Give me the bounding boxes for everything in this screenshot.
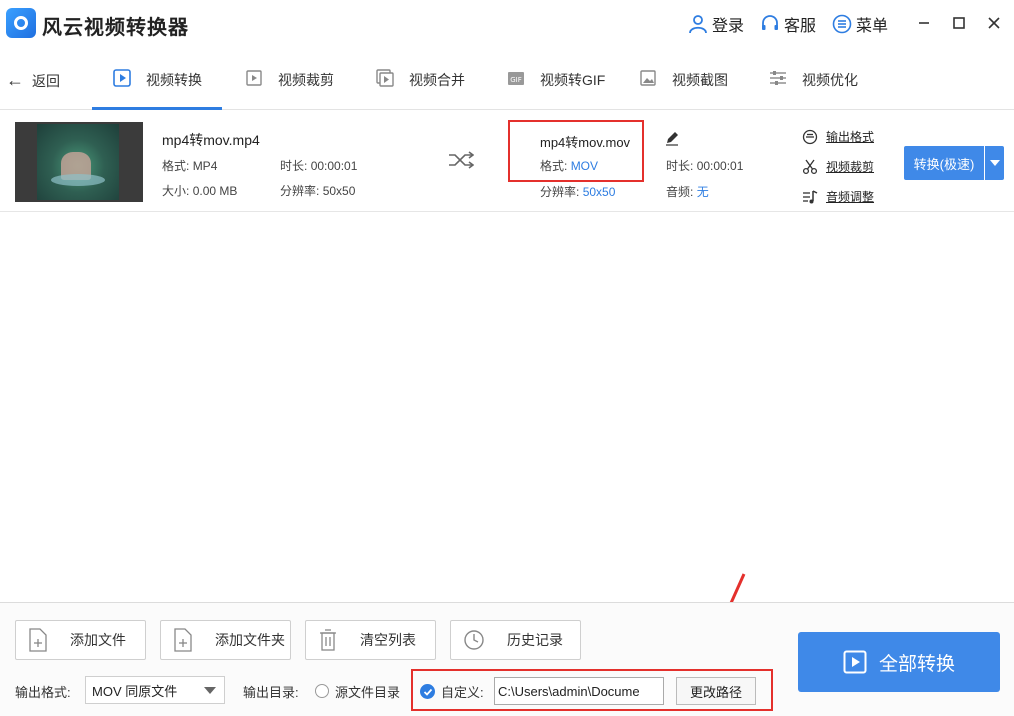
tab-video-gif[interactable]: GIF 视频转GIF: [506, 66, 605, 110]
source-size: 大小: 0.00 MB: [162, 184, 238, 198]
add-folder-icon: [174, 628, 192, 652]
tab-video-optimize[interactable]: 视频优化: [768, 66, 858, 110]
source-duration: 时长: 00:00:01: [280, 159, 358, 173]
menu-icon: [832, 14, 852, 34]
user-icon: [689, 15, 707, 34]
tab-label: 视频截图: [672, 72, 728, 88]
play-icon: [843, 650, 867, 674]
clock-icon: [464, 630, 484, 650]
app-title: 风云视频转换器: [42, 17, 189, 39]
output-duration: 时长: 00:00:01: [666, 159, 744, 173]
minimize-icon: [919, 22, 929, 24]
clear-list-button[interactable]: 清空列表: [305, 620, 436, 660]
tab-video-convert[interactable]: 视频转换: [92, 66, 222, 110]
custom-dir-checkbox[interactable]: [420, 684, 435, 699]
change-path-button[interactable]: 更改路径: [676, 677, 756, 705]
tab-label: 视频裁剪: [278, 72, 334, 88]
output-resolution[interactable]: 分辨率: 50x50: [540, 183, 615, 200]
convert-all-button[interactable]: 全部转换: [798, 632, 1000, 692]
chevron-down-icon: [204, 687, 216, 694]
video-crop-link[interactable]: 视频裁剪: [802, 158, 874, 175]
bottom-panel: 添加文件 添加文件夹 清空列表 历史记录 输出格式: MOV 同原文件 输出目录…: [0, 602, 1014, 716]
trash-icon: [320, 629, 336, 651]
service-button[interactable]: 客服: [760, 12, 816, 36]
menu-button[interactable]: 菜单: [832, 12, 888, 36]
output-format-link[interactable]: 输出格式: [802, 128, 874, 145]
tab-video-screenshot[interactable]: 视频截图: [638, 66, 728, 110]
back-label: 返回: [32, 72, 60, 89]
back-button[interactable]: ← 返回: [6, 70, 60, 91]
output-format-select[interactable]: MOV 同原文件: [85, 676, 225, 704]
video-thumbnail: [15, 122, 143, 202]
output-audio[interactable]: 音频: 无: [666, 183, 709, 200]
scissors-icon: [802, 159, 818, 174]
tab-label: 视频转GIF: [540, 72, 606, 88]
video-convert-icon: [113, 69, 131, 87]
app-logo-icon: [6, 8, 36, 38]
svg-text:GIF: GIF: [510, 76, 522, 84]
output-format[interactable]: 格式: MOV: [540, 157, 598, 174]
minimize-button[interactable]: [913, 12, 935, 34]
menu-label: 菜单: [856, 18, 889, 35]
arrow-left-icon: ←: [6, 70, 24, 90]
source-format: 格式: MP4: [162, 159, 218, 173]
screenshot-icon: [640, 70, 656, 86]
tab-label: 视频转换: [146, 72, 202, 88]
login-label: 登录: [712, 18, 745, 35]
video-crop-icon: [246, 70, 262, 86]
add-file-button[interactable]: 添加文件: [15, 620, 146, 660]
output-dir-label: 输出目录:: [243, 685, 299, 700]
video-merge-icon: [376, 69, 394, 87]
tab-label: 视频合并: [409, 72, 465, 88]
close-button[interactable]: [983, 12, 1005, 34]
check-icon: [423, 688, 432, 696]
convert-dropdown-button[interactable]: [985, 146, 1004, 180]
custom-dir-label: 自定义:: [441, 685, 484, 700]
music-icon: [803, 189, 818, 203]
file-list-item[interactable]: mp4转mov.mp4 格式: MP4 时长: 00:00:01 大小: 0.0…: [0, 112, 1014, 212]
title-bar: 风云视频转换器 登录 客服 菜单: [0, 0, 1014, 48]
optimize-icon: [770, 71, 786, 85]
tab-label: 视频优化: [802, 72, 858, 88]
source-dir-label[interactable]: 源文件目录: [335, 682, 400, 701]
add-folder-button[interactable]: 添加文件夹: [160, 620, 291, 660]
format-icon: [802, 129, 818, 144]
history-button[interactable]: 历史记录: [450, 620, 581, 660]
source-file-name: mp4转mov.mp4: [162, 132, 260, 148]
close-icon: [988, 17, 1000, 29]
edit-pencil-icon[interactable]: [664, 130, 680, 146]
gif-icon: GIF: [508, 72, 524, 85]
tab-video-crop[interactable]: 视频裁剪: [244, 66, 334, 110]
maximize-button[interactable]: [948, 12, 970, 34]
service-label: 客服: [784, 18, 817, 35]
add-file-icon: [29, 628, 47, 652]
maximize-icon: [953, 17, 965, 29]
audio-adjust-link[interactable]: 音频调整: [802, 188, 874, 205]
source-resolution: 分辨率: 50x50: [280, 184, 356, 198]
convert-fast-button[interactable]: 转换(极速): [904, 146, 984, 180]
shuffle-icon: [449, 151, 474, 169]
custom-path-input[interactable]: [494, 677, 664, 705]
login-button[interactable]: 登录: [688, 12, 744, 36]
tab-bar: ← 返回 视频转换 视频裁剪 视频合并 GIF 视频转GIF 视频截图 视频优化: [0, 54, 1014, 110]
tab-video-merge[interactable]: 视频合并: [375, 66, 465, 110]
output-file-name: mp4转mov.mov: [540, 135, 631, 150]
output-format-label: 输出格式:: [15, 685, 71, 700]
headset-icon: [762, 15, 778, 30]
source-dir-radio[interactable]: [315, 684, 329, 698]
